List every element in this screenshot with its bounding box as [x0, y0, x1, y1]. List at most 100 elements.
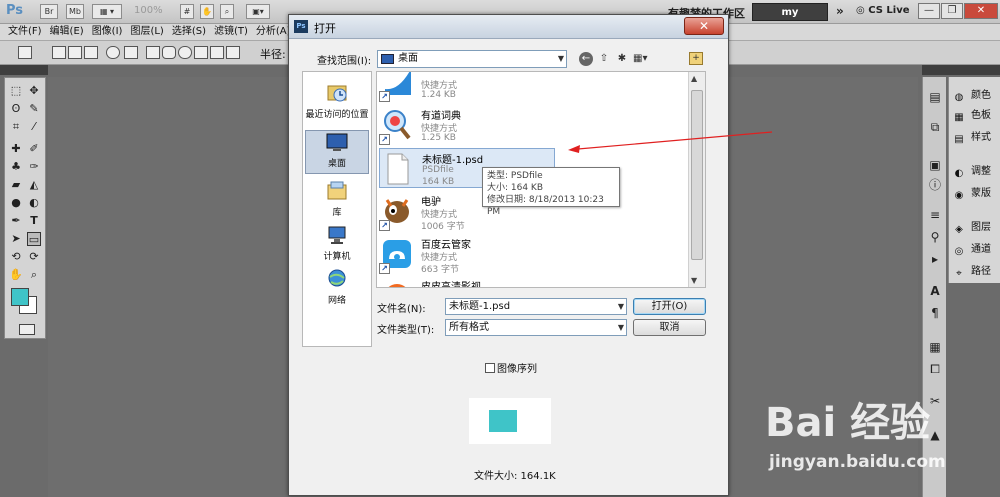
move-tool-icon[interactable]: ✥ [27, 84, 41, 98]
rectangle-shape-icon[interactable] [146, 46, 160, 59]
zoom-tool-icon[interactable]: ⌕ [220, 4, 234, 19]
panel-color[interactable]: ◍ 颜色 [953, 87, 1000, 105]
brush-tool-icon[interactable]: ✐ [27, 142, 41, 156]
history-panel-icon[interactable]: ⧉ [927, 119, 943, 135]
guides-icon[interactable]: # [180, 4, 194, 19]
blur-tool-icon[interactable]: ● [9, 196, 23, 210]
lasso-tool-icon[interactable]: ʘ [9, 102, 23, 116]
list-item[interactable]: ↗ 百度云管家 快捷方式 663 字节 [379, 234, 555, 275]
hand-tool-icon[interactable]: ✋ [200, 4, 214, 19]
crop-tool-icon[interactable]: ⌗ [9, 120, 23, 134]
place-network[interactable]: 网络 [305, 268, 369, 306]
dodge-tool-icon[interactable]: ◐ [27, 196, 41, 210]
close-app-icon[interactable]: ✕ [964, 3, 998, 19]
panel-paths[interactable]: ⌖ 路径 [953, 263, 1000, 281]
new-folder-icon[interactable]: ✱ [615, 52, 629, 66]
bridge-button[interactable]: Br [40, 4, 58, 19]
filetype-select[interactable]: 所有格式 ▼ [445, 319, 627, 336]
polygon-shape-icon[interactable] [194, 46, 208, 59]
panels-header[interactable] [922, 65, 1000, 75]
panel-swatches[interactable]: ▦ 色板 [953, 107, 1000, 125]
quick-mask-icon[interactable] [19, 324, 35, 335]
navigator-panel-icon[interactable]: ▣ [927, 157, 943, 173]
back-icon[interactable]: ← [579, 52, 593, 66]
fill-pixels-icon[interactable] [84, 46, 98, 59]
scroll-up-icon[interactable]: ▲ [691, 74, 697, 83]
up-folder-icon[interactable]: ⇧ [597, 52, 611, 66]
zoom-level[interactable]: 100% [134, 5, 163, 16]
marquee-tool-icon[interactable]: ⬚ [9, 84, 23, 98]
quick-select-icon[interactable]: ✎ [27, 102, 41, 116]
info-panel-icon[interactable]: ⓘ [927, 177, 943, 193]
place-recent[interactable]: 最近访问的位置 [305, 82, 369, 120]
paths-mode-icon[interactable] [68, 46, 82, 59]
view-extras-button[interactable]: ▦ ▾ [92, 4, 122, 19]
3d-rotate-icon[interactable]: ⟲ [9, 250, 23, 264]
foreground-color-swatch[interactable] [11, 288, 29, 306]
shape-tool-icon[interactable]: ▭ [27, 232, 41, 246]
scrollbar-thumb[interactable] [691, 90, 703, 260]
paint-bucket-icon[interactable]: ◭ [27, 178, 41, 192]
list-item[interactable]: ↗ 有道词典 快捷方式 1.25 KB [379, 105, 555, 145]
brush-presets-icon[interactable]: ≡ [927, 207, 943, 223]
open-button[interactable]: 打开(O) [633, 298, 706, 315]
restore-icon[interactable]: ❐ [941, 3, 963, 19]
place-libraries[interactable]: 库 [305, 180, 369, 218]
clone-source-icon[interactable]: ⚲ [927, 229, 943, 245]
eraser-tool-icon[interactable]: ▰ [9, 178, 23, 192]
shape-layers-icon[interactable] [52, 46, 66, 59]
cancel-button[interactable]: 取消 [633, 319, 706, 336]
history-brush-icon[interactable]: ✑ [27, 160, 41, 174]
dialog-close-button[interactable]: ✕ [684, 17, 724, 35]
place-desktop[interactable]: 桌面 [305, 130, 369, 174]
freeform-pen-icon[interactable] [124, 46, 138, 59]
tools-panel-header[interactable] [0, 65, 48, 75]
mini-bridge-button[interactable]: Mb [66, 4, 84, 19]
menu-edit[interactable]: 编辑(E) [50, 24, 84, 40]
line-shape-icon[interactable] [210, 46, 224, 59]
panel-styles[interactable]: ▤ 样式 [953, 129, 1000, 147]
filename-input[interactable]: 未标题-1.psd ▼ [445, 298, 627, 315]
menu-analysis[interactable]: 分析(A) [256, 24, 291, 40]
list-item[interactable]: ↗ 快捷方式 1.24 KB [379, 72, 555, 102]
pen-tool-icon[interactable] [106, 46, 120, 59]
view-menu-icon[interactable]: ▦▾ [633, 52, 647, 66]
panel-layers[interactable]: ◈ 图层 [953, 219, 1000, 237]
healing-brush-icon[interactable]: ✚ [9, 142, 23, 156]
animation-panel-icon[interactable]: ⧠ [927, 361, 943, 377]
panel-channels[interactable]: ◎ 通道 [953, 241, 1000, 259]
folder-icon[interactable]: + [689, 52, 703, 65]
chevron-down-icon[interactable]: ▼ [618, 299, 624, 314]
checkbox-box[interactable] [485, 363, 495, 373]
minimize-icon[interactable]: — [918, 3, 940, 19]
look-in-select[interactable]: 桌面 ▼ [377, 50, 567, 68]
scroll-down-icon[interactable]: ▼ [691, 276, 697, 285]
panel-adjustments[interactable]: ◐ 调整 [953, 163, 1000, 181]
workspace-overflow-icon[interactable]: » [836, 4, 844, 18]
mini-bridge-panel-icon[interactable]: ▤ [927, 89, 943, 105]
character-panel-icon[interactable]: A [927, 283, 943, 299]
panel-masks[interactable]: ◉ 蒙版 [953, 185, 1000, 203]
path-select-icon[interactable]: ➤ [9, 232, 23, 246]
dialog-title-bar[interactable]: Ps 打开 ✕ [289, 15, 728, 39]
paragraph-panel-icon[interactable]: ¶ [927, 305, 943, 321]
clone-stamp-icon[interactable]: ♣ [9, 160, 23, 174]
place-computer[interactable]: 计算机 [305, 224, 369, 262]
list-item[interactable]: 皮皮高清影视 [379, 276, 555, 287]
menu-select[interactable]: 选择(S) [172, 24, 206, 40]
pen-tool-panel-icon[interactable]: ✒ [9, 214, 23, 228]
type-tool-icon[interactable]: T [27, 214, 41, 228]
hand-tool-panel-icon[interactable]: ✋ [9, 268, 23, 282]
file-list-scrollbar[interactable]: ▲ ▼ [688, 72, 705, 287]
cs-live-button[interactable]: ◎ CS Live [856, 5, 910, 16]
ellipse-shape-icon[interactable] [178, 46, 192, 59]
menu-file[interactable]: 文件(F) [8, 24, 42, 40]
notes-panel-icon[interactable]: ▦ [927, 339, 943, 355]
custom-shape-icon[interactable] [226, 46, 240, 59]
actions-panel-icon[interactable]: ▸ [927, 251, 943, 267]
image-sequence-checkbox[interactable]: 图像序列 [485, 360, 537, 375]
arrange-documents-button[interactable]: ▣▾ [246, 4, 270, 19]
workspace-button[interactable]: my workspace1 [752, 3, 828, 35]
zoom-tool-panel-icon[interactable]: ⌕ [27, 268, 41, 282]
rounded-rectangle-icon[interactable] [162, 46, 176, 59]
